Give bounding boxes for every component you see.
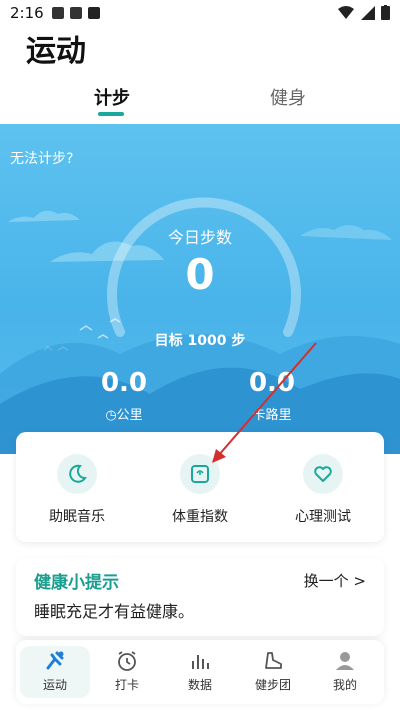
tab-fitness[interactable]: 健身 (270, 84, 306, 110)
distance-value: 0.0 (100, 368, 148, 398)
a-notification-icon (69, 7, 82, 19)
next-tip-button[interactable]: 换一个 > (304, 570, 366, 591)
signal-icon (361, 5, 375, 20)
nav-item-mine[interactable]: 我的 (310, 646, 380, 698)
status-bar: 2:16 (0, 0, 400, 26)
header: 运动 计步 健身 (0, 26, 400, 126)
health-tip-text: 睡眠充足才有益健康。 (34, 602, 195, 621)
battery-icon (381, 5, 390, 20)
today-steps-label: 今日步数 (167, 228, 232, 247)
bmi-label: 体重指数 (172, 509, 228, 525)
sleep-music-label: 助眠音乐 (49, 509, 105, 525)
square-notification-icon (87, 7, 100, 19)
alarm-clock-icon (92, 648, 162, 674)
tab-active-indicator (98, 112, 124, 116)
nav-label-sport: 运动 (42, 678, 67, 692)
distance-unit: 公里 (116, 408, 143, 423)
status-time: 2:16 (10, 4, 44, 22)
health-tip-card: 健康小提示 换一个 > 睡眠充足才有益健康。 (16, 558, 384, 636)
page-title: 运动 (26, 34, 86, 69)
nav-item-data[interactable]: 数据 (165, 646, 235, 698)
sleep-music-button[interactable]: 助眠音乐 (22, 454, 132, 526)
nav-item-walk-group[interactable]: 健步团 (238, 646, 308, 698)
wifi-icon (338, 5, 354, 19)
distance-icon: ◷ (105, 408, 117, 423)
image-notification-icon (51, 7, 64, 19)
tab-steps[interactable]: 计步 (94, 84, 130, 110)
bottom-nav: 运动 打卡 数据 健步团 我的 (16, 640, 384, 704)
user-icon (310, 648, 380, 674)
run-icon (20, 648, 90, 674)
nav-item-checkin[interactable]: 打卡 (92, 646, 162, 698)
nav-label-mine: 我的 (332, 678, 357, 692)
psych-test-label: 心理测试 (295, 509, 351, 525)
distance-label: ◷公里 (74, 404, 174, 423)
calories-value: 0.0 (248, 368, 296, 398)
heart-icon (303, 454, 343, 494)
scale-icon (180, 454, 220, 494)
nav-item-sport[interactable]: 运动 (20, 646, 90, 698)
nav-label-checkin: 打卡 (114, 678, 139, 692)
steps-hero: 无法计步? 今日步数 0 目标 1000 步 0.0 ◷公里 0.0 卡路里 (0, 124, 400, 454)
calories-label: 卡路里 (252, 408, 292, 423)
step-target: 目标 1000 步 (154, 333, 246, 349)
cannot-count-steps-link[interactable]: 无法计步? (10, 148, 73, 168)
health-tip-title: 健康小提示 (34, 573, 119, 593)
bmi-button[interactable]: 体重指数 (145, 454, 255, 526)
nav-label-walk-group: 健步团 (254, 678, 291, 692)
today-steps-value: 0 (185, 250, 215, 299)
nav-label-data: 数据 (187, 678, 212, 692)
bar-chart-icon (165, 648, 235, 674)
psych-test-button[interactable]: 心理测试 (268, 454, 378, 526)
shoe-icon (238, 648, 308, 674)
moon-icon (57, 454, 97, 494)
function-card: 助眠音乐 体重指数 心理测试 (16, 432, 384, 542)
cloud-left (8, 210, 80, 222)
